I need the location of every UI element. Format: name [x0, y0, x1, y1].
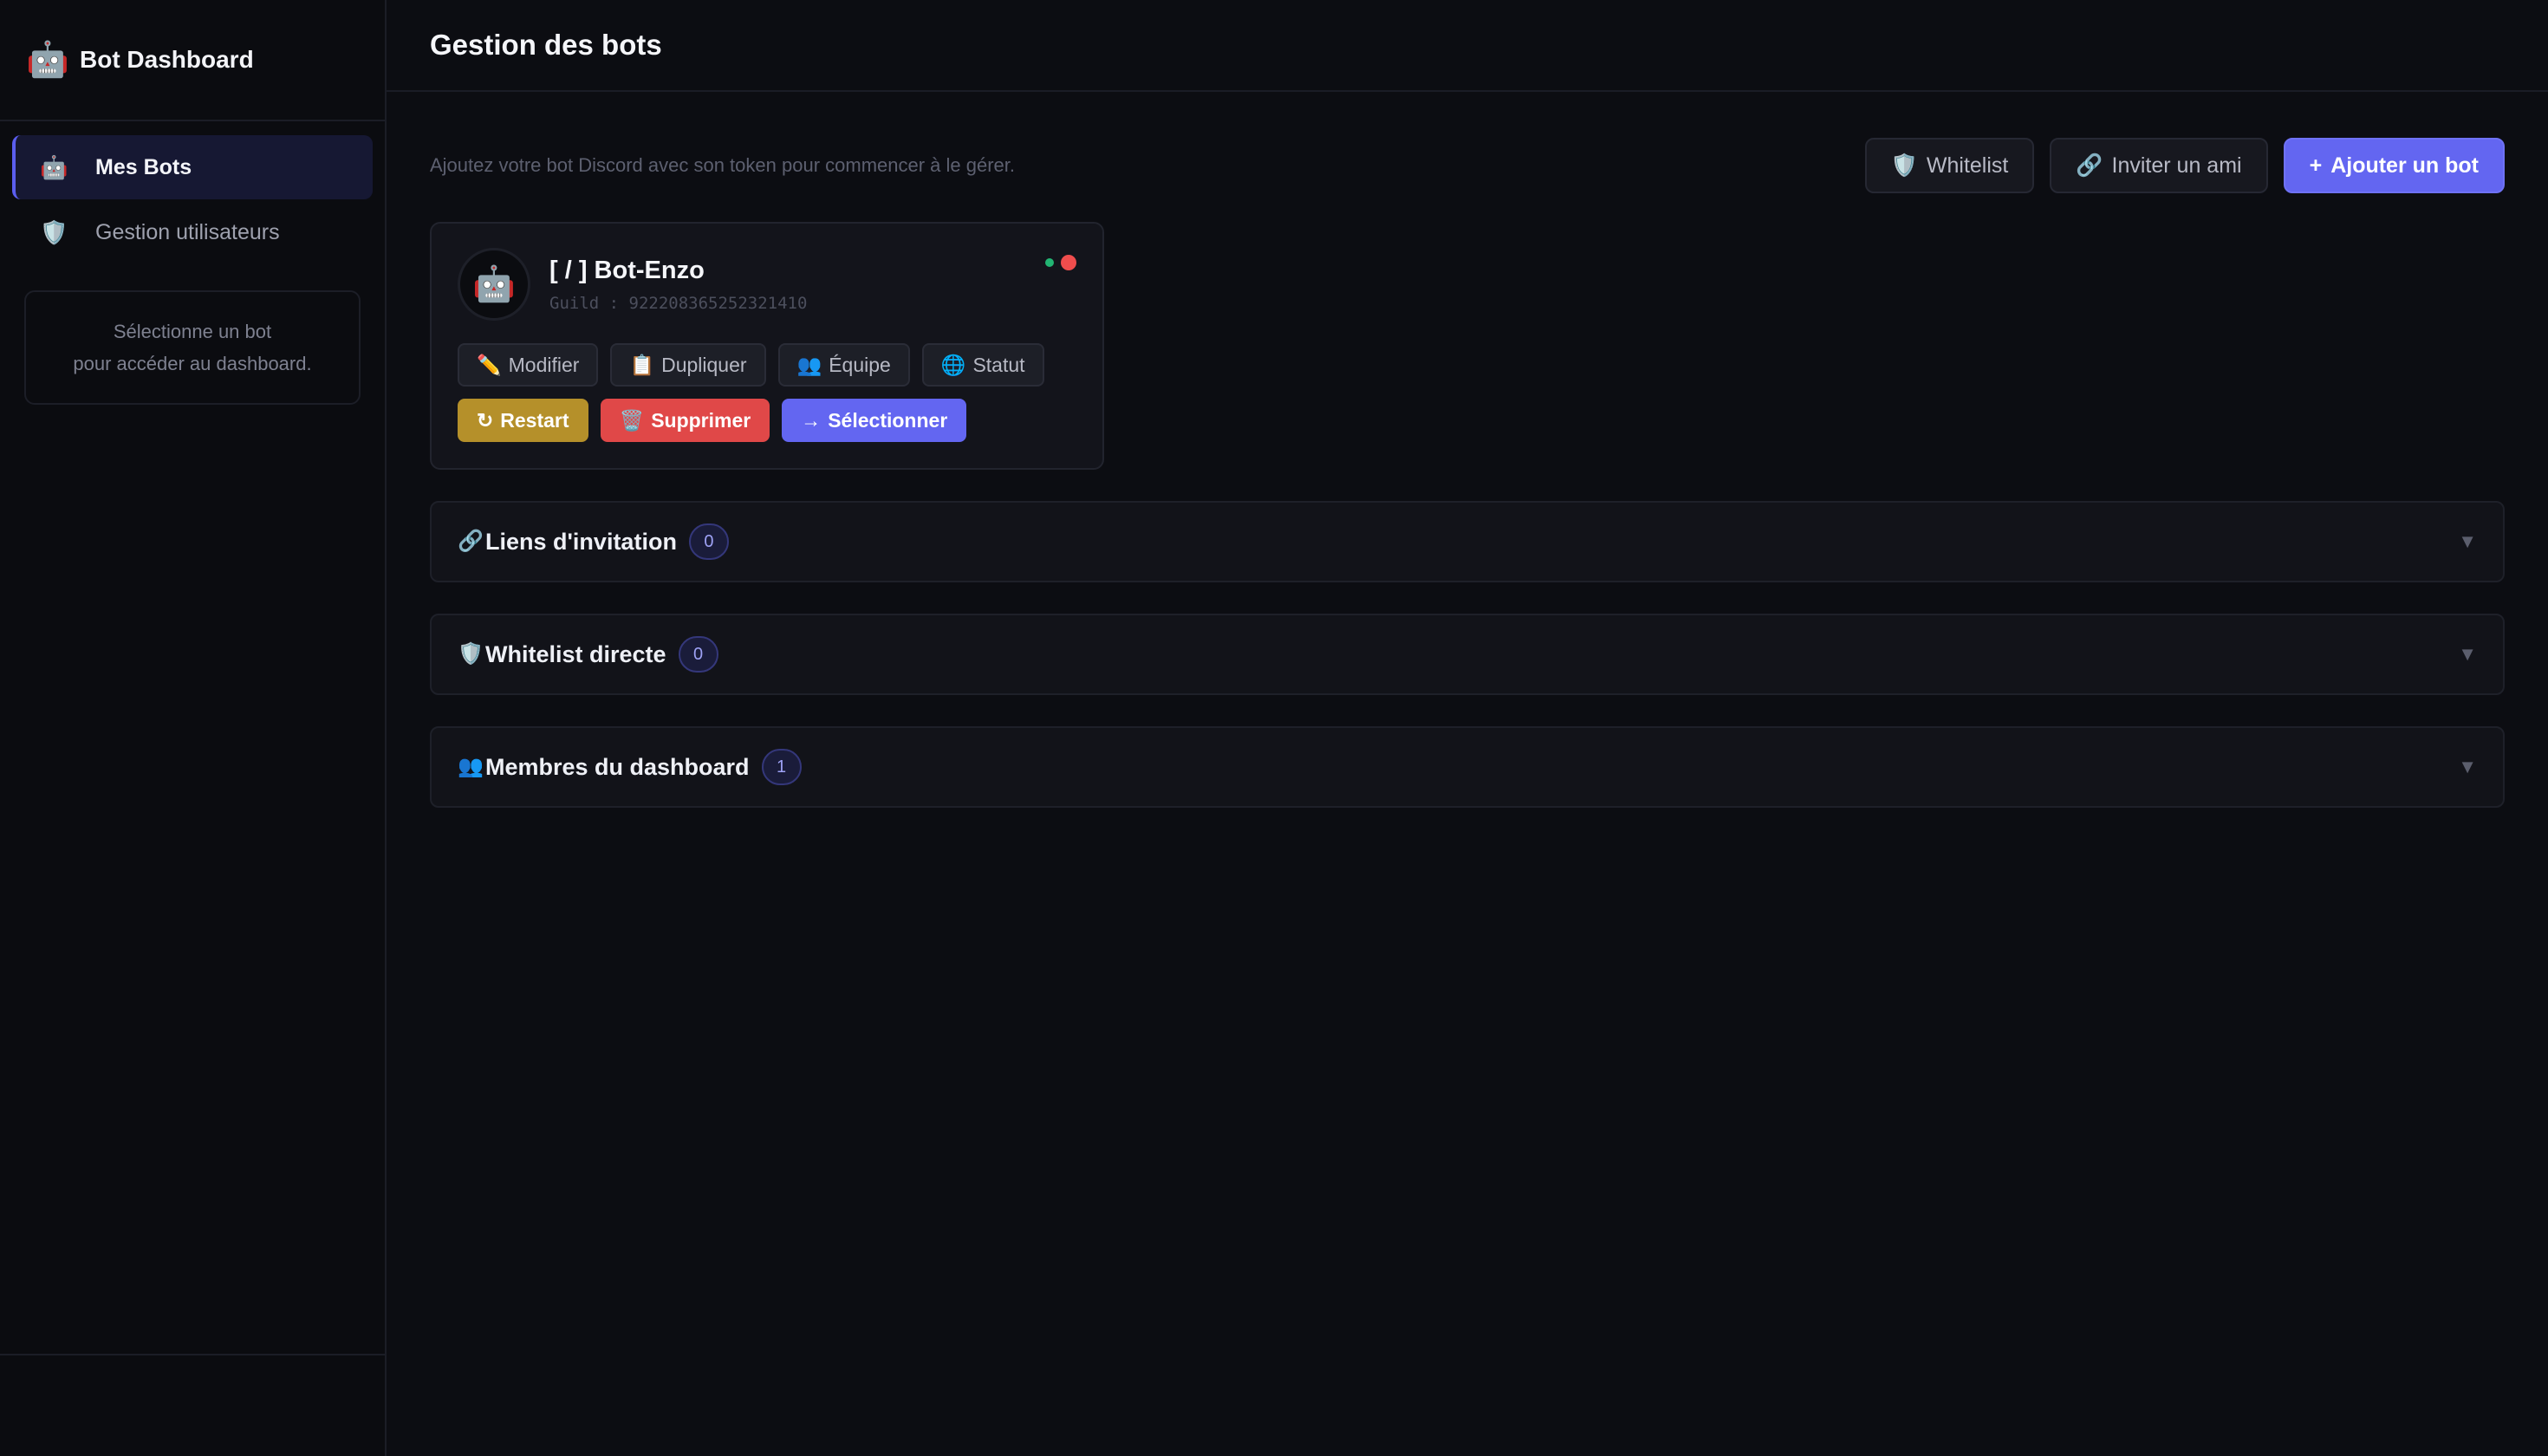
content: Ajoutez votre bot Discord avec son token…	[387, 92, 2548, 808]
statut-button[interactable]: 🌐 Statut	[921, 343, 1044, 387]
restart-button-label: Restart	[500, 408, 569, 432]
count-badge: 0	[678, 636, 718, 673]
pencil-icon: ✏️	[477, 353, 502, 376]
bot-actions-row-2: ↻ Restart 🗑️ Supprimer → Sélectionner	[458, 399, 1076, 442]
dupliquer-button[interactable]: 📋 Dupliquer	[610, 343, 766, 387]
supprimer-button-label: Supprimer	[651, 408, 751, 432]
bot-actions-row-1: ✏️ Modifier 📋 Dupliquer 👥 Équipe 🌐 Statu…	[458, 343, 1076, 387]
toolbar-actions: 🛡️ Whitelist 🔗 Inviter un ami + Ajouter …	[1864, 138, 2505, 193]
panel-membres-dashboard[interactable]: 👥 Membres du dashboard 1 ▼	[430, 726, 2505, 808]
sidebar: 🤖 Bot Dashboard 🤖 Mes Bots 🛡️ Gestion ut…	[0, 0, 387, 1456]
restart-icon: ↻	[477, 408, 494, 432]
selectionner-button[interactable]: → Sélectionner	[782, 399, 967, 442]
supprimer-button[interactable]: 🗑️ Supprimer	[600, 399, 770, 442]
hint-line-1: Sélectionne un bot	[113, 321, 272, 342]
chevron-down-icon[interactable]: ▼	[2458, 756, 2477, 778]
sidebar-item-gestion-utilisateurs[interactable]: 🛡️ Gestion utilisateurs	[12, 200, 373, 264]
sidebar-item-mes-bots[interactable]: 🤖 Mes Bots	[12, 135, 373, 199]
sidebar-item-label: Gestion utilisateurs	[95, 219, 280, 244]
sidebar-footer	[0, 1354, 385, 1456]
brand[interactable]: 🤖 Bot Dashboard	[0, 0, 385, 121]
panel-title: Liens d'invitation	[485, 528, 677, 555]
robot-icon: 🤖	[26, 41, 69, 79]
add-bot-button[interactable]: + Ajouter un bot	[2283, 138, 2505, 193]
shield-icon: 🛡️	[458, 642, 484, 666]
status-indicator	[1045, 255, 1076, 270]
chevron-down-icon[interactable]: ▼	[2458, 530, 2477, 553]
whitelist-button[interactable]: 🛡️ Whitelist	[1864, 138, 2035, 193]
selectionner-button-label: Sélectionner	[828, 408, 948, 432]
panel-title: Membres du dashboard	[485, 753, 750, 780]
topbar: Gestion des bots	[387, 0, 2548, 92]
modifier-button[interactable]: ✏️ Modifier	[458, 343, 599, 387]
bot-name: [ / ] Bot-Enzo	[549, 256, 705, 284]
robot-icon: 🤖	[40, 154, 68, 180]
bot-header: 🤖 [ / ] Bot-Enzo Guild : 922208365252321…	[458, 248, 1076, 321]
panel-liens-invitation[interactable]: 🔗 Liens d'invitation 0 ▼	[430, 501, 2505, 582]
link-icon: 🔗	[458, 530, 484, 553]
panel-whitelist-directe[interactable]: 🛡️ Whitelist directe 0 ▼	[430, 614, 2505, 695]
panel-title: Whitelist directe	[485, 640, 666, 667]
bot-card: 🤖 [ / ] Bot-Enzo Guild : 922208365252321…	[430, 222, 1104, 470]
offline-dot-icon	[1061, 255, 1076, 270]
plus-icon: +	[2309, 153, 2323, 178]
page-title: Gestion des bots	[430, 29, 662, 61]
page-subtitle: Ajoutez votre bot Discord avec son token…	[430, 154, 1016, 176]
link-icon: 🔗	[2076, 153, 2103, 178]
sidebar-item-label: Mes Bots	[95, 154, 192, 179]
users-icon: 👥	[796, 353, 822, 376]
invite-friend-button-label: Inviter un ami	[2111, 153, 2242, 178]
avatar: 🤖	[458, 248, 530, 321]
robot-icon: 🤖	[472, 265, 516, 303]
toolbar: Ajoutez votre bot Discord avec son token…	[430, 92, 2505, 222]
equipe-button[interactable]: 👥 Équipe	[777, 343, 910, 387]
restart-button[interactable]: ↻ Restart	[458, 399, 588, 442]
count-badge: 1	[761, 749, 802, 785]
shield-icon: 🛡️	[1890, 153, 1918, 178]
clipboard-icon: 📋	[629, 353, 655, 376]
bot-guild-id: Guild : 922208365252321410	[549, 293, 808, 313]
modifier-button-label: Modifier	[508, 353, 580, 376]
arrow-right-icon: →	[801, 408, 822, 432]
invite-friend-button[interactable]: 🔗 Inviter un ami	[2050, 138, 2268, 193]
chevron-down-icon[interactable]: ▼	[2458, 643, 2477, 666]
bot-info: [ / ] Bot-Enzo Guild : 92220836525232141…	[549, 257, 807, 313]
app-root: 🤖 Bot Dashboard 🤖 Mes Bots 🛡️ Gestion ut…	[0, 0, 2548, 1456]
add-bot-button-label: Ajouter un bot	[2330, 153, 2479, 178]
main-area: Gestion des bots Ajoutez votre bot Disco…	[387, 0, 2548, 1456]
dupliquer-button-label: Dupliquer	[661, 353, 747, 376]
trash-icon: 🗑️	[619, 408, 645, 432]
hint-line-2: pour accéder au dashboard.	[73, 353, 312, 374]
count-badge: 0	[688, 523, 729, 560]
globe-icon: 🌐	[940, 353, 966, 376]
online-dot-icon	[1045, 258, 1054, 267]
equipe-button-label: Équipe	[829, 353, 891, 376]
shield-icon: 🛡️	[40, 219, 68, 245]
sidebar-nav: 🤖 Mes Bots 🛡️ Gestion utilisateurs	[0, 121, 385, 264]
users-icon: 👥	[458, 755, 484, 778]
select-bot-hint: Sélectionne un bot pour accéder au dashb…	[24, 290, 361, 405]
whitelist-button-label: Whitelist	[1926, 153, 2009, 178]
brand-title: Bot Dashboard	[80, 46, 254, 73]
statut-button-label: Statut	[972, 353, 1025, 376]
